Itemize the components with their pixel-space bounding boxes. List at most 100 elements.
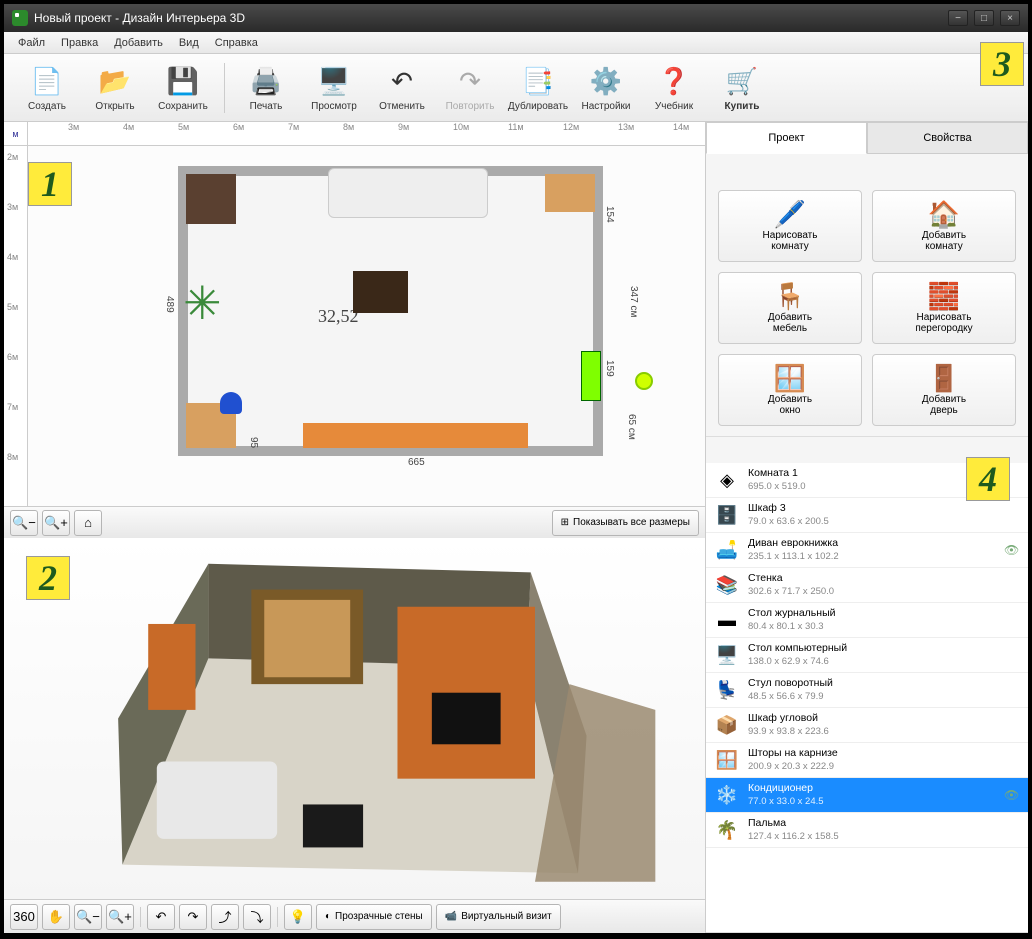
zoom-out-3d-button[interactable]: 🔍− bbox=[74, 904, 102, 930]
toolbar-icon: 🖥️ bbox=[316, 63, 352, 99]
transparent-walls-button[interactable]: ◐Прозрачные стены bbox=[316, 904, 432, 930]
object-dims: 77.0 x 33.0 x 24.5 bbox=[748, 796, 996, 808]
dim-154: 154 bbox=[604, 206, 615, 223]
menu-file[interactable]: Файл bbox=[10, 34, 53, 52]
object-item[interactable]: 🖥️Стол компьютерный138.0 x 62.9 x 74.6 bbox=[706, 638, 1028, 673]
action-icon: 🏠 bbox=[928, 201, 960, 227]
zoom-out-button[interactable]: 🔍− bbox=[10, 510, 38, 536]
furn-sofa[interactable] bbox=[328, 168, 488, 218]
home-button[interactable]: ⌂ bbox=[74, 510, 102, 536]
action-комнату[interactable]: 🖊️Нарисоватькомнату bbox=[718, 190, 862, 262]
toolbar-label: Дублировать bbox=[508, 101, 568, 112]
virtual-visit-button[interactable]: 📹Виртуальный визит bbox=[436, 904, 561, 930]
object-list[interactable]: ◈Комната 1695.0 x 519.0🗄️Шкаф 379.0 x 63… bbox=[706, 463, 1028, 932]
selection-handle[interactable] bbox=[635, 372, 653, 390]
object-icon: 🌴 bbox=[714, 817, 740, 843]
rotate-ccw-button[interactable]: ↶ bbox=[147, 904, 175, 930]
furn-desk[interactable] bbox=[545, 174, 595, 212]
object-item[interactable]: ▬Стол журнальный80.4 x 80.1 x 30.3 bbox=[706, 603, 1028, 638]
tilt-up-button[interactable]: ⤴ bbox=[211, 904, 239, 930]
menu-help[interactable]: Справка bbox=[207, 34, 266, 52]
object-name: Шкаф угловой bbox=[748, 712, 996, 726]
main-toolbar: 📄Создать📂Открыть💾Сохранить 🖨️Печать🖥️Прос… bbox=[4, 54, 1028, 122]
light-button[interactable]: 💡 bbox=[284, 904, 312, 930]
object-item[interactable]: 🪟Шторы на карнизе200.9 x 20.3 x 222.9 bbox=[706, 743, 1028, 778]
toolbar-Отменить[interactable]: ↶Отменить bbox=[369, 61, 435, 114]
action-label: Добавитькомнату bbox=[922, 230, 966, 252]
action-мебель[interactable]: 🪑Добавитьмебель bbox=[718, 272, 862, 344]
object-dims: 695.0 x 519.0 bbox=[748, 481, 996, 493]
object-item[interactable]: 💺Стул поворотный48.5 x 56.6 x 79.9 bbox=[706, 673, 1028, 708]
close-button[interactable]: × bbox=[1000, 10, 1020, 26]
rotate-360-button[interactable]: 360 bbox=[10, 904, 38, 930]
object-dims: 93.9 x 93.8 x 223.6 bbox=[748, 726, 996, 738]
dim-95: 95 bbox=[248, 437, 259, 448]
object-item[interactable]: 🌴Пальма127.4 x 116.2 x 158.5 bbox=[706, 813, 1028, 848]
action-комнату[interactable]: 🏠 Добавитькомнату bbox=[872, 190, 1016, 262]
object-item[interactable]: 📦 Шкаф угловой93.9 x 93.8 x 223.6 bbox=[706, 708, 1028, 743]
room-outline[interactable]: 582 32,52 ✳ 347 см 154 bbox=[178, 166, 603, 456]
minimize-button[interactable]: − bbox=[948, 10, 968, 26]
zoom-in-button[interactable]: 🔍+ bbox=[42, 510, 70, 536]
toolbar-Просмотр[interactable]: 🖥️Просмотр bbox=[301, 61, 367, 114]
action-label: Добавитьмебель bbox=[768, 312, 812, 334]
action-перегородку[interactable]: 🧱Нарисоватьперегородку bbox=[872, 272, 1016, 344]
object-icon: 📦 bbox=[714, 712, 740, 738]
furn-wardrobe[interactable] bbox=[186, 174, 236, 224]
menu-add[interactable]: Добавить bbox=[106, 34, 171, 52]
toolbar-Создать[interactable]: 📄Создать bbox=[14, 61, 80, 114]
furn-plant[interactable]: ✳ bbox=[183, 276, 243, 336]
dim-bot: 665 bbox=[408, 457, 425, 468]
toolbar-Настройки[interactable]: ⚙️Настройки bbox=[573, 61, 639, 114]
furn-table[interactable] bbox=[353, 271, 408, 313]
furn-ac[interactable] bbox=[581, 351, 601, 401]
menu-view[interactable]: Вид bbox=[171, 34, 207, 52]
object-item[interactable]: 📚Стенка302.6 x 71.7 x 250.0 bbox=[706, 568, 1028, 603]
ruler-unit: м bbox=[4, 122, 28, 146]
visibility-icon[interactable]: 👁 bbox=[1004, 788, 1020, 802]
3d-viewport[interactable] bbox=[4, 538, 705, 899]
ruler-vertical: 2м3м4м5м6м7м8м bbox=[4, 146, 28, 506]
object-dims: 235.1 x 113.1 x 102.2 bbox=[748, 551, 996, 563]
toolbar-label: Настройки bbox=[581, 101, 630, 112]
visibility-icon[interactable]: 👁 bbox=[1004, 543, 1020, 557]
object-icon: 🛋️ bbox=[714, 537, 740, 563]
tab-project[interactable]: Проект bbox=[706, 122, 867, 154]
toolbar-Открыть[interactable]: 📂Открыть bbox=[82, 61, 148, 114]
object-item[interactable]: 🛋️Диван еврокнижка235.1 x 113.1 x 102.2👁 bbox=[706, 533, 1028, 568]
toolbar-icon: ↶ bbox=[384, 63, 420, 99]
toolbar-Купить[interactable]: 🛒Купить bbox=[709, 61, 775, 114]
object-item[interactable]: 🗄️Шкаф 379.0 x 63.6 x 200.5 bbox=[706, 498, 1028, 533]
furn-chair[interactable] bbox=[220, 392, 242, 414]
tilt-down-button[interactable]: ⤵ bbox=[243, 904, 271, 930]
dim-159: 159 bbox=[604, 360, 615, 377]
toolbar-icon: ❓ bbox=[656, 63, 692, 99]
maximize-button[interactable]: □ bbox=[974, 10, 994, 26]
toolbar-Учебник[interactable]: ❓Учебник bbox=[641, 61, 707, 114]
object-icon: 🗄️ bbox=[714, 502, 740, 528]
show-all-dims-button[interactable]: ⊞Показывать все размеры bbox=[552, 510, 699, 536]
toolbar-label: Повторить bbox=[446, 101, 495, 112]
zoom-in-3d-button[interactable]: 🔍+ bbox=[106, 904, 134, 930]
pan-button[interactable]: ✋ bbox=[42, 904, 70, 930]
action-icon: 🪟 bbox=[774, 365, 806, 391]
object-item[interactable]: ❄️Кондиционер77.0 x 33.0 x 24.5👁 bbox=[706, 778, 1028, 813]
tab-properties[interactable]: Свойства bbox=[867, 122, 1028, 154]
floorplan-canvas[interactable]: 582 32,52 ✳ 347 см 154 bbox=[28, 146, 705, 506]
furn-wall-unit[interactable] bbox=[303, 423, 528, 448]
toolbar-Сохранить[interactable]: 💾Сохранить bbox=[150, 61, 216, 114]
toolbar-Повторить[interactable]: ↷Повторить bbox=[437, 61, 503, 114]
object-name: Шторы на карнизе bbox=[748, 747, 996, 761]
action-окно[interactable]: 🪟Добавитьокно bbox=[718, 354, 862, 426]
dim-right: 347 см bbox=[628, 286, 639, 317]
rotate-cw-button[interactable]: ↷ bbox=[179, 904, 207, 930]
toolbar-icon: 💾 bbox=[165, 63, 201, 99]
ruler-horizontal: 3м4м5м6м7м8м9м10м11м12м13м14м bbox=[28, 122, 705, 146]
object-icon: ❄️ bbox=[714, 782, 740, 808]
object-dims: 79.0 x 63.6 x 200.5 bbox=[748, 516, 996, 528]
action-дверь[interactable]: 🚪Добавитьдверь bbox=[872, 354, 1016, 426]
menu-edit[interactable]: Правка bbox=[53, 34, 106, 52]
toolbar-Печать[interactable]: 🖨️Печать bbox=[233, 61, 299, 114]
toolbar-Дублировать[interactable]: 📑Дублировать bbox=[505, 61, 571, 114]
action-label: Нарисоватькомнату bbox=[763, 230, 818, 252]
